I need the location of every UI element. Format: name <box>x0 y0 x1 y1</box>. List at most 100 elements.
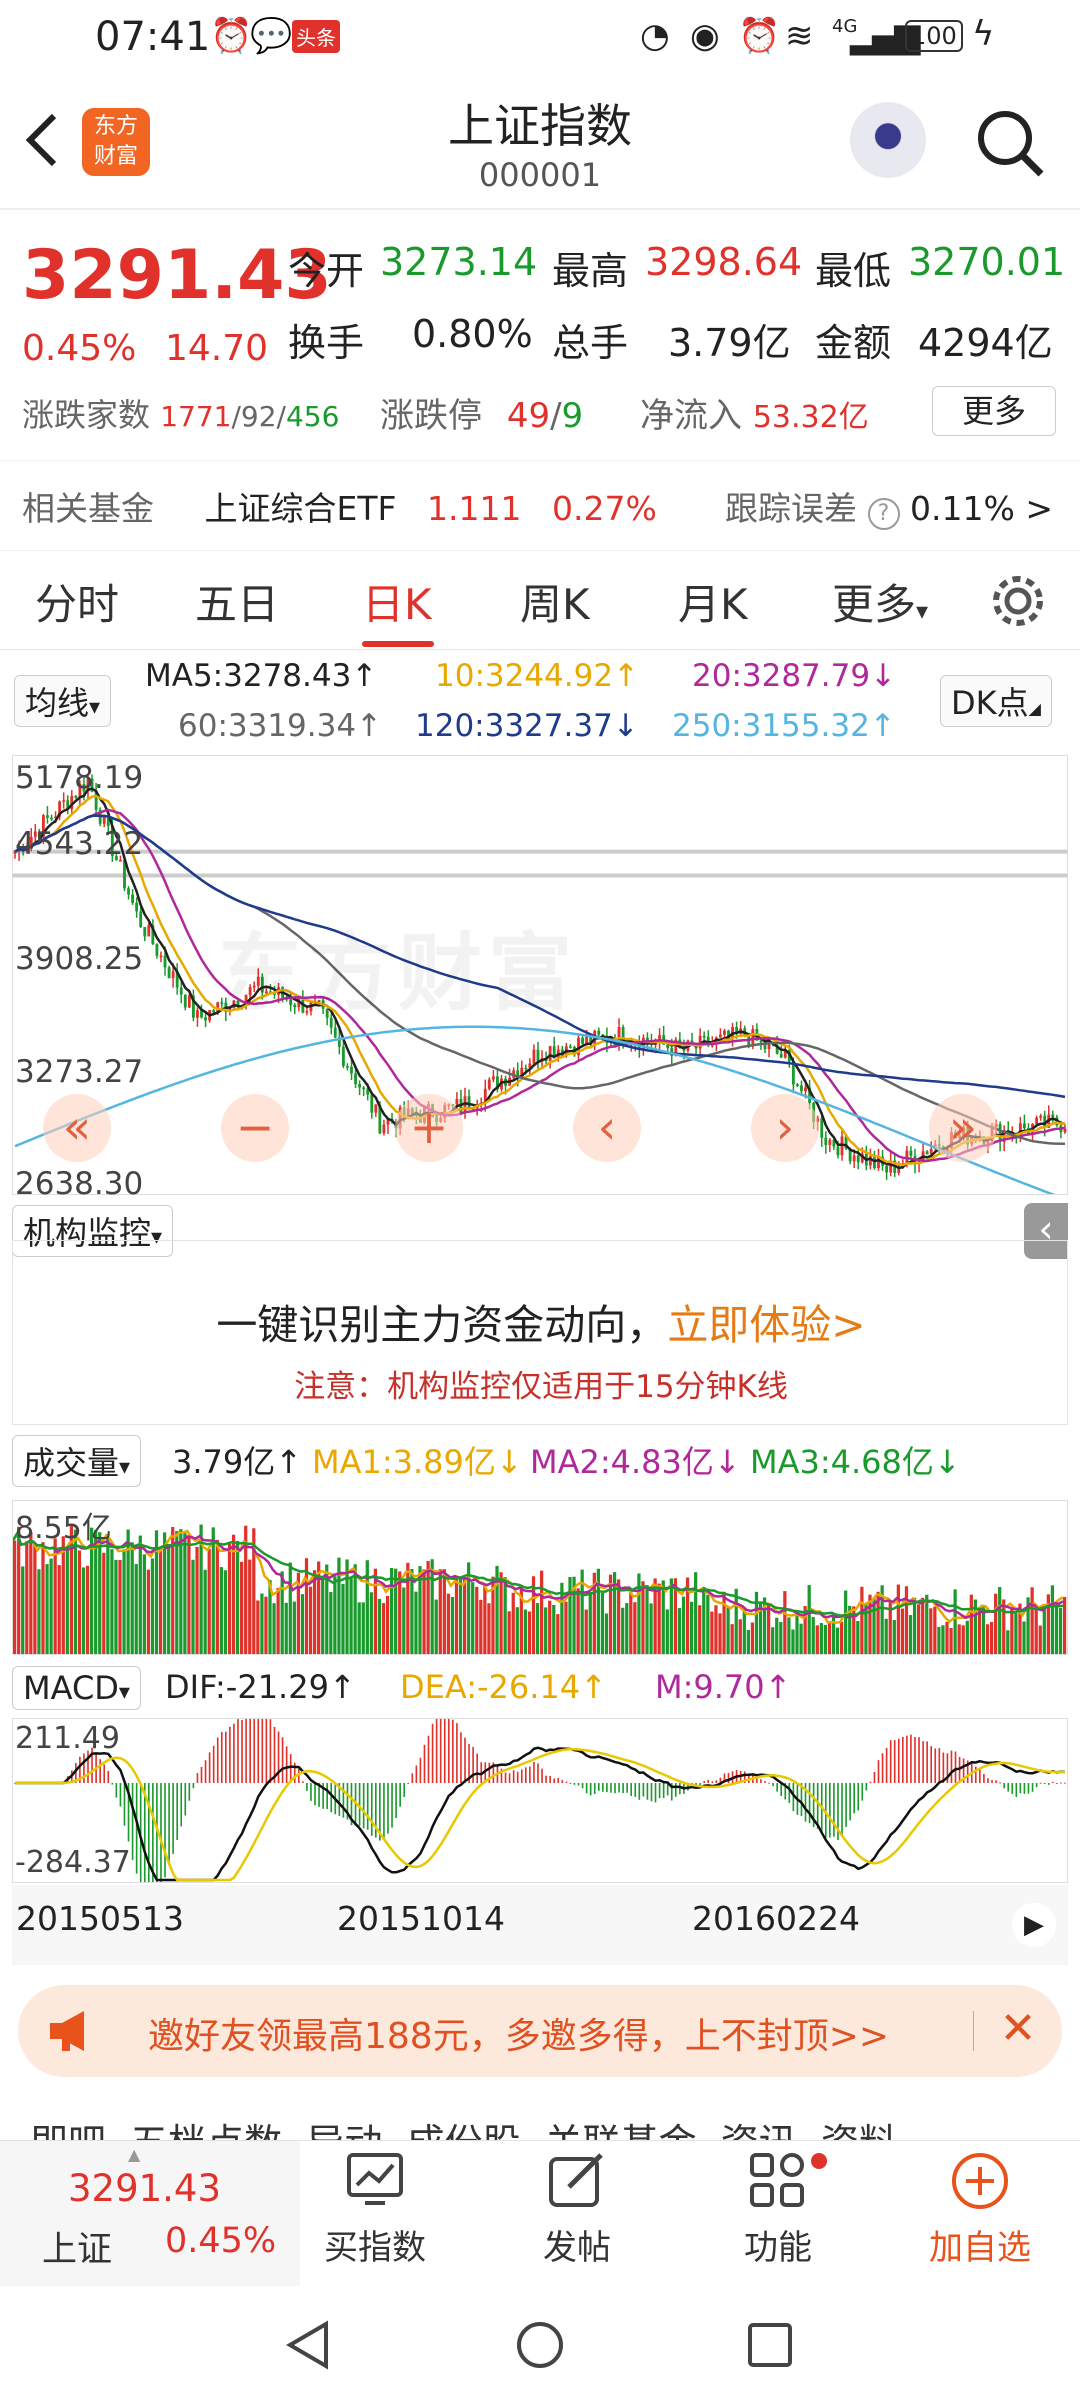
ma-selector[interactable]: 均线▾ <box>14 675 112 727</box>
candle-body <box>46 815 49 818</box>
function-button[interactable]: 功能 <box>703 2151 853 2269</box>
scroll-left-fast-button[interactable]: « <box>43 1094 111 1162</box>
volume-bar <box>511 1592 515 1654</box>
macd-bar <box>265 1712 268 1783</box>
volume-bar <box>248 1559 252 1654</box>
volume-bar <box>896 1584 900 1654</box>
close-icon: ✕ <box>999 2003 1037 2054</box>
volume-bar <box>706 1594 710 1654</box>
volume-bar <box>150 1558 155 1654</box>
tab-5day[interactable]: 五日 <box>195 571 279 632</box>
tab-more[interactable]: 更多▾ <box>832 571 928 632</box>
macd-bar <box>415 1765 418 1783</box>
macd-bar <box>188 1783 191 1801</box>
kline-chart[interactable]: 东方财富 5178.19 4543.22 3908.25 3273.27 263… <box>12 755 1068 1202</box>
tracking-error-row[interactable]: 跟踪误差 ? 0.11% > <box>725 482 1053 530</box>
macd-selector[interactable]: MACD▾ <box>12 1666 141 1710</box>
volume-bar <box>57 1565 61 1654</box>
volume-bar <box>110 1549 114 1654</box>
more-button[interactable]: 更多 <box>932 386 1056 436</box>
volume-bar <box>921 1597 925 1654</box>
axis-label-4: 3273.27 <box>15 1054 144 1090</box>
macd-bar <box>399 1783 401 1807</box>
candle-body <box>62 800 66 802</box>
macd-bar <box>261 1708 264 1783</box>
zoom-in-button[interactable]: + <box>395 1094 463 1162</box>
scroll-right-fast-button[interactable]: » <box>929 1094 997 1162</box>
robot-avatar-icon[interactable] <box>850 102 926 178</box>
macd-bar <box>537 1763 539 1783</box>
amount-value: 4294亿 <box>918 321 1053 365</box>
related-fund-row[interactable]: 相关基金 上证综合ETF 1.111 0.27% <box>22 482 657 530</box>
invite-banner[interactable]: 邀好友领最高188元，多邀多得，上不封顶>> ✕ <box>18 1985 1062 2077</box>
macd-bar <box>525 1767 527 1783</box>
macd-bar <box>983 1774 985 1783</box>
macd-chart[interactable]: 211.49 -284.37 <box>12 1705 1068 1900</box>
volume-bar <box>312 1570 317 1654</box>
zoom-out-button[interactable]: − <box>221 1094 289 1162</box>
volume-bar <box>1002 1599 1006 1654</box>
volume-selector[interactable]: 成交量▾ <box>12 1435 142 1487</box>
scroll-left-button[interactable]: ‹ <box>573 1094 641 1162</box>
volume-bar <box>750 1622 755 1654</box>
macd-bar <box>1043 1783 1046 1785</box>
tab-daily-k[interactable]: 日K <box>362 571 432 632</box>
volume-bar <box>588 1591 592 1654</box>
play-button[interactable]: ▶ <box>1012 1903 1056 1947</box>
macd-bar <box>606 1783 608 1793</box>
macd-bar <box>314 1783 316 1806</box>
volume-bar <box>292 1601 296 1654</box>
help-icon[interactable]: ? <box>867 498 900 530</box>
candle-body <box>204 1017 207 1021</box>
last-price: 3291.43 <box>22 236 332 315</box>
tab-monthly-k[interactable]: 月K <box>678 571 748 632</box>
macd-bar <box>999 1782 1001 1784</box>
close-button[interactable]: ✕ <box>988 1999 1048 2059</box>
tab-weekly-k[interactable]: 周K <box>520 571 590 632</box>
nav-home-icon[interactable] <box>515 2320 565 2370</box>
buy-index-button[interactable]: 买指数 <box>300 2151 450 2269</box>
macd-bar <box>922 1741 924 1783</box>
dk-point-button[interactable]: DK点◢ <box>940 675 1052 727</box>
settings-button[interactable] <box>988 571 1048 631</box>
try-now-link[interactable]: 立即体验> <box>667 1301 865 1349</box>
macd-bar <box>885 1747 888 1783</box>
volume-chart[interactable]: 8.55亿 <box>11 1500 1068 1655</box>
volume-bar <box>191 1559 195 1654</box>
add-watchlist-button[interactable]: 加自选 <box>905 2151 1055 2269</box>
macd-bar <box>727 1772 730 1783</box>
volume-bar <box>450 1596 455 1654</box>
vol-ma2: MA2:4.83亿↓ <box>530 1443 741 1481</box>
search-button[interactable] <box>975 108 1045 178</box>
volume-bar <box>900 1608 905 1654</box>
tab-more-label: 更多 <box>832 580 917 629</box>
volume-bar <box>373 1568 378 1654</box>
volume-bar <box>698 1605 702 1654</box>
vol-ma3: MA3:4.68亿↓ <box>750 1443 961 1481</box>
post-button[interactable]: 发帖 <box>502 2151 652 2269</box>
macd-bar <box>172 1783 174 1854</box>
index-summary[interactable]: ▲ 3291.43 上证 0.45% <box>0 2141 300 2286</box>
bottom-toolbar: ▲ 3291.43 上证 0.45% 买指数 发帖 功能 加自选 <box>0 2140 1080 2286</box>
volume-bar <box>308 1586 313 1654</box>
scroll-right-button[interactable]: › <box>751 1094 819 1162</box>
volume-bar <box>402 1587 406 1654</box>
ma120-value: 120:3327.37↓ <box>415 708 639 744</box>
nav-recents-icon[interactable] <box>745 2320 795 2370</box>
volume-bar <box>406 1562 410 1654</box>
limit-up: 49 <box>506 396 551 436</box>
volume-bar <box>718 1613 722 1654</box>
candle-body <box>796 1084 799 1087</box>
candle-body <box>147 925 151 937</box>
macd-bar <box>902 1736 904 1783</box>
nav-back-icon[interactable] <box>282 2320 332 2370</box>
volume-bar <box>483 1584 487 1654</box>
macd-bar <box>508 1773 511 1783</box>
macd-bar <box>857 1783 860 1811</box>
ma10-value: 10:3244.92↑ <box>435 658 640 694</box>
volume-bar <box>365 1560 369 1654</box>
candle-body <box>1039 1115 1043 1118</box>
institution-banner[interactable]: 一键识别主力资金动向，立即体验> 注意：机构监控仅适用于15分钟K线 <box>12 1240 1068 1425</box>
bottom-pct: 0.45% <box>165 2221 277 2261</box>
tab-intraday[interactable]: 分时 <box>35 571 119 632</box>
